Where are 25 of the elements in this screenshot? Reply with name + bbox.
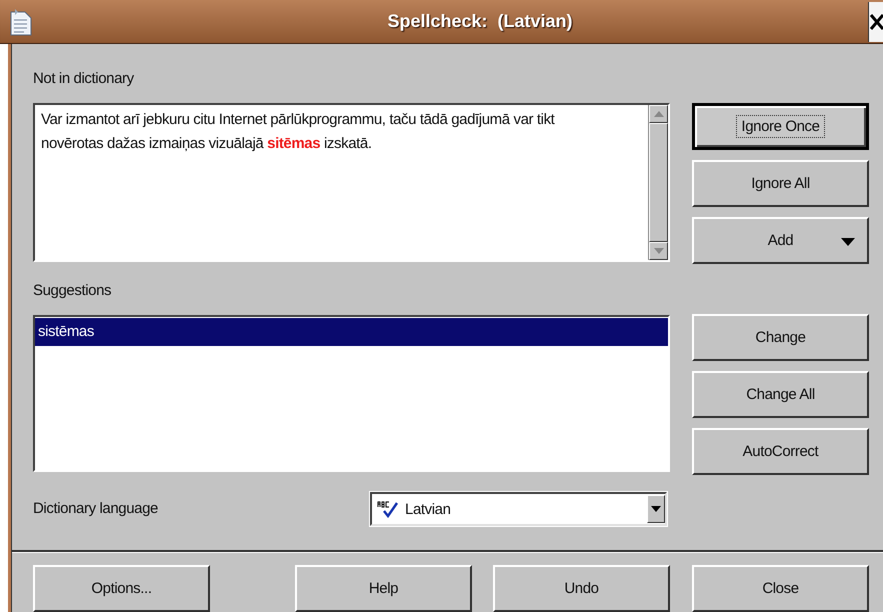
sentence-text: Var izmantot arī jebkuru citu Internet pārlūkprogrammu, taču tādā gadījumā var tikt novērotas dažas izmaiņas vizuālajā sitēmas izskatā. — [40, 110, 556, 154]
language-value: Latvian — [404, 500, 452, 518]
ignore-all-button[interactable]: Ignore All — [692, 160, 869, 207]
document-icon — [10, 8, 32, 36]
undo-button[interactable]: Undo — [493, 565, 670, 612]
ignore-once-button[interactable]: Ignore Once — [692, 103, 869, 150]
close-icon[interactable] — [868, 2, 883, 42]
change-all-button[interactable]: Change All — [692, 371, 869, 418]
close-button[interactable]: Close — [692, 565, 869, 612]
dropdown-arrow-icon — [841, 238, 855, 246]
suggestions-list[interactable]: sistēmas — [33, 315, 670, 472]
sentence-text-area[interactable]: Var izmantot arī jebkuru citu Internet pārlūkprogrammu, taču tādā gadījumā var tikt novērotas dažas izmaiņas vizuālajā sitēmas izskatā. — [33, 103, 670, 262]
not-in-dictionary-label: Not in dictionary — [33, 69, 135, 89]
autocorrect-button[interactable]: AutoCorrect — [692, 428, 869, 475]
dropdown-arrow-icon[interactable] — [651, 506, 661, 512]
suggestions-label: Suggestions — [33, 281, 112, 301]
help-button[interactable]: Help — [295, 565, 472, 612]
options-button[interactable]: Options... — [33, 565, 210, 612]
add-button[interactable]: Add — [692, 217, 869, 264]
suggestion-item[interactable]: sistēmas — [35, 318, 668, 346]
window-title: Spellcheck: (Latvian) — [386, 11, 574, 32]
dictionary-language-label: Dictionary language — [33, 499, 159, 519]
language-dropdown[interactable]: Latvian — [370, 492, 667, 526]
change-button[interactable]: Change — [692, 314, 869, 361]
spellcheck-icon — [377, 500, 399, 518]
